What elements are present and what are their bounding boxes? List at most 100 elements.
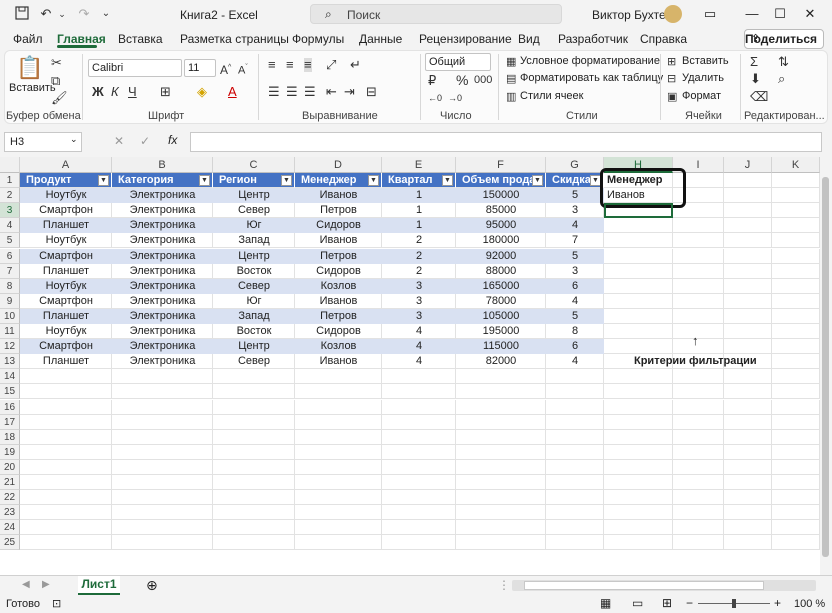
cell[interactable] xyxy=(456,369,546,385)
table-cell[interactable]: Петров xyxy=(295,203,382,218)
zoom-out-icon[interactable]: − xyxy=(686,596,693,610)
cell[interactable] xyxy=(673,308,724,324)
decrease-indent-icon[interactable]: ⇤ xyxy=(326,85,337,99)
cell[interactable] xyxy=(772,459,820,475)
number-format-select[interactable]: Общий xyxy=(425,53,491,71)
orientation-icon[interactable]: ⤢ xyxy=(326,58,336,72)
increase-indent-icon[interactable]: ⇥ xyxy=(344,85,355,99)
table-cell[interactable]: 3 xyxy=(382,294,456,309)
row-header[interactable]: 1 xyxy=(0,173,20,188)
paste-icon[interactable]: 📋 xyxy=(16,56,43,80)
undo-icon[interactable]: ↶ xyxy=(38,6,54,22)
table-cell[interactable]: Север xyxy=(213,278,295,294)
font-size-select[interactable]: 11 xyxy=(184,59,216,77)
row-header[interactable]: 2 xyxy=(0,188,20,204)
align-middle-icon[interactable]: ≡ xyxy=(286,58,294,72)
cell[interactable] xyxy=(772,369,820,385)
table-cell[interactable]: 3 xyxy=(382,278,456,294)
cell[interactable] xyxy=(20,475,112,490)
cell[interactable] xyxy=(382,414,456,430)
cell[interactable] xyxy=(456,459,546,475)
cell[interactable] xyxy=(604,218,673,234)
cell[interactable] xyxy=(456,384,546,400)
tab-home[interactable]: Главная xyxy=(57,32,106,46)
table-cell[interactable]: Электроника xyxy=(112,188,213,204)
table-cell[interactable]: Юг xyxy=(213,218,295,234)
zoom-level[interactable]: 100 % xyxy=(794,598,825,610)
row-header[interactable]: 15 xyxy=(0,384,20,400)
tab-developer[interactable]: Разработчик xyxy=(558,32,628,46)
cell[interactable] xyxy=(604,339,673,355)
column-header-b[interactable]: B xyxy=(112,157,213,173)
cell[interactable] xyxy=(724,324,772,339)
cell[interactable] xyxy=(546,369,604,385)
cell[interactable] xyxy=(295,490,382,506)
table-cell[interactable]: Электроника xyxy=(112,294,213,309)
cell[interactable] xyxy=(295,384,382,400)
accessibility-icon[interactable]: ⊡ xyxy=(52,597,61,610)
row-header[interactable]: 13 xyxy=(0,354,20,370)
add-sheet-icon[interactable]: ⊕ xyxy=(146,577,158,594)
table-cell[interactable]: Электроника xyxy=(112,264,213,279)
table-cell[interactable]: Сидоров xyxy=(295,264,382,279)
table-cell[interactable]: 5 xyxy=(546,248,604,264)
comma-style-icon[interactable]: 000 xyxy=(474,73,492,87)
row-header[interactable]: 4 xyxy=(0,218,20,234)
avatar[interactable] xyxy=(664,5,682,23)
row-header[interactable]: 3 xyxy=(0,203,20,219)
autosum-icon[interactable]: Σ xyxy=(750,55,758,69)
increase-decimal-icon[interactable]: ←0 xyxy=(428,91,442,105)
table-cell[interactable]: 4 xyxy=(382,324,456,339)
cell[interactable] xyxy=(604,520,673,536)
row-header[interactable]: 10 xyxy=(0,308,20,324)
vertical-scrollbar[interactable] xyxy=(820,157,832,575)
column-header-g[interactable]: G xyxy=(546,157,604,173)
minimize-icon[interactable]: — xyxy=(740,4,764,24)
font-color-icon[interactable]: A xyxy=(228,85,237,99)
tab-data[interactable]: Данные xyxy=(359,32,402,46)
table-cell[interactable]: 95000 xyxy=(456,218,546,234)
cell[interactable] xyxy=(112,459,213,475)
cell[interactable] xyxy=(20,505,112,521)
cell[interactable] xyxy=(112,369,213,385)
align-bottom-icon[interactable]: ≡ xyxy=(304,58,312,72)
borders-icon[interactable]: ⊞ xyxy=(160,85,171,99)
row-header[interactable]: 11 xyxy=(0,324,20,339)
table-cell[interactable]: Планшет xyxy=(20,264,112,279)
bold-icon[interactable]: Ж xyxy=(92,85,104,99)
cell[interactable] xyxy=(772,354,820,370)
cell[interactable] xyxy=(673,324,724,339)
table-header-cell[interactable]: Менеджер ▼ xyxy=(295,173,382,188)
cell[interactable] xyxy=(604,263,673,279)
format-as-table-button[interactable]: Форматировать как таблицу xyxy=(520,72,663,84)
cell[interactable] xyxy=(546,535,604,551)
cell[interactable] xyxy=(724,459,772,475)
table-cell[interactable]: 85000 xyxy=(456,203,546,218)
cell[interactable] xyxy=(112,475,213,490)
cell[interactable] xyxy=(673,475,724,490)
cell[interactable] xyxy=(456,475,546,490)
cell[interactable] xyxy=(673,369,724,385)
cell[interactable] xyxy=(382,384,456,400)
next-sheet-icon[interactable]: ▶ xyxy=(42,579,50,590)
cell[interactable] xyxy=(772,535,820,551)
fill-icon[interactable]: ⬇ xyxy=(750,72,761,86)
table-cell[interactable]: 4 xyxy=(546,218,604,234)
row-header[interactable]: 22 xyxy=(0,490,20,506)
cell[interactable] xyxy=(382,369,456,385)
cell[interactable] xyxy=(213,475,295,490)
prev-sheet-icon[interactable]: ◀ xyxy=(22,579,30,590)
table-cell[interactable]: Козлов xyxy=(295,278,382,294)
row-header[interactable]: 17 xyxy=(0,414,20,430)
table-cell[interactable]: Электроника xyxy=(112,354,213,369)
format-cells-button[interactable]: Формат xyxy=(682,90,721,102)
table-cell[interactable]: 165000 xyxy=(456,278,546,294)
save-icon[interactable] xyxy=(14,6,30,22)
italic-icon[interactable]: К xyxy=(111,85,119,99)
cell[interactable] xyxy=(213,399,295,415)
wrap-text-icon[interactable]: ↵ xyxy=(350,58,361,72)
cell[interactable] xyxy=(673,399,724,415)
currency-icon[interactable]: ₽ xyxy=(428,74,436,88)
cell[interactable] xyxy=(382,475,456,490)
cell[interactable] xyxy=(382,490,456,506)
